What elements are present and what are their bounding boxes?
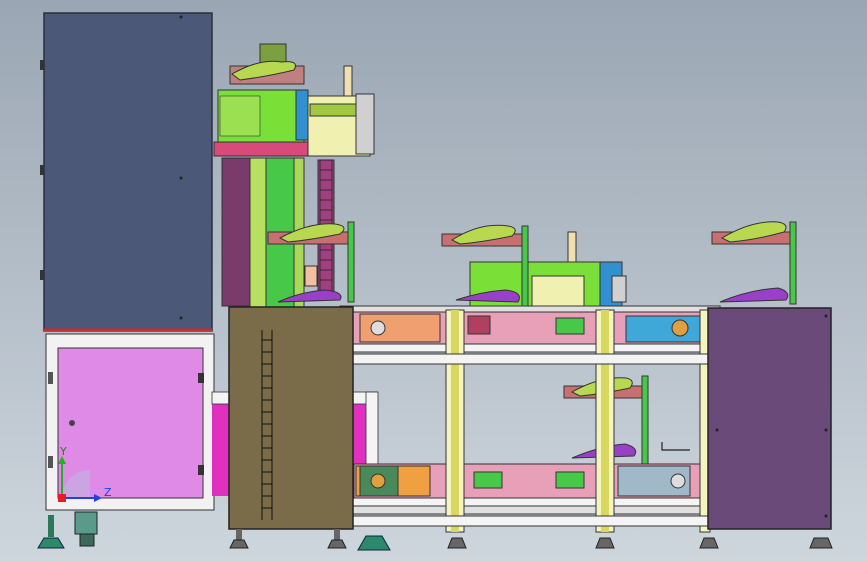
triad-z-label: Z xyxy=(104,486,112,499)
purple-cabinet[interactable] xyxy=(707,307,833,549)
triad-y-label: Y xyxy=(59,445,67,458)
cad-viewport[interactable]: Y Z xyxy=(0,0,867,562)
left-electrical-cabinet[interactable] xyxy=(37,12,215,549)
lower-conveyor[interactable] xyxy=(339,463,711,515)
upper-conveyor[interactable] xyxy=(339,305,721,353)
